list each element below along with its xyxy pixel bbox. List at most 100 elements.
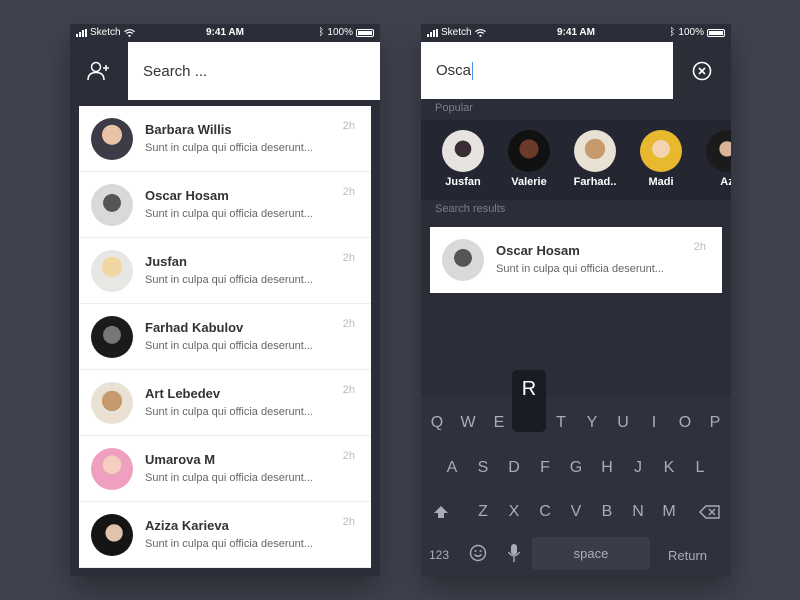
- battery-icon: [356, 28, 374, 37]
- popular-contact[interactable]: Madi: [633, 120, 689, 200]
- return-key[interactable]: Return: [668, 548, 707, 563]
- contact-name: Umarova M: [145, 452, 216, 467]
- key[interactable]: Q: [425, 414, 449, 432]
- list-item[interactable]: Aziza Karieva Sunt in culpa qui officia …: [79, 502, 371, 568]
- avatar: [508, 130, 550, 172]
- search-screen: Sketch 9:41 AM ᛒ 100% Osca Popular Jusfa…: [421, 24, 731, 576]
- search-input[interactable]: Search ...: [128, 42, 380, 100]
- contact-name: Oscar Hosam: [496, 243, 580, 258]
- search-placeholder: Search ...: [143, 62, 208, 80]
- popular-contact-name: Jusfan: [445, 176, 481, 188]
- message-preview: Sunt in culpa qui officia deserunt...: [145, 208, 313, 220]
- emoji-icon: [469, 544, 487, 562]
- message-time: 2h: [342, 252, 355, 264]
- bluetooth-icon: ᛒ: [318, 27, 325, 38]
- backspace-icon: [699, 505, 720, 519]
- key[interactable]: C: [533, 503, 557, 521]
- key[interactable]: I: [642, 414, 666, 432]
- contact-name: Oscar Hosam: [145, 188, 229, 203]
- battery-label: 100%: [327, 27, 353, 38]
- popular-contact[interactable]: Jusfan: [435, 120, 491, 200]
- key[interactable]: X: [502, 503, 526, 521]
- message-preview: Sunt in culpa qui officia deserunt...: [145, 274, 313, 286]
- search-input[interactable]: Osca: [421, 42, 673, 99]
- avatar: [706, 130, 731, 172]
- text-cursor: [472, 61, 474, 80]
- avatar: [574, 130, 616, 172]
- popular-contact-name: Valerie: [511, 176, 547, 188]
- avatar: [91, 448, 133, 490]
- message-time: 2h: [342, 450, 355, 462]
- avatar: [640, 130, 682, 172]
- avatar: [91, 118, 133, 160]
- key[interactable]: B: [595, 503, 619, 521]
- key[interactable]: V: [564, 503, 588, 521]
- shift-icon: [434, 506, 448, 518]
- key[interactable]: S: [471, 459, 495, 477]
- list-item[interactable]: Barbara Willis Sunt in culpa qui officia…: [79, 106, 371, 172]
- key[interactable]: T: [549, 414, 573, 432]
- key[interactable]: M: [657, 503, 681, 521]
- key[interactable]: H: [595, 459, 619, 477]
- key[interactable]: G: [564, 459, 588, 477]
- popular-contact[interactable]: Az: [699, 120, 731, 200]
- key[interactable]: P: [703, 414, 727, 432]
- key[interactable]: A: [440, 459, 464, 477]
- microphone-key[interactable]: [507, 543, 521, 563]
- avatar: [91, 250, 133, 292]
- status-bar: Sketch 9:41 AM ᛒ 100%: [70, 24, 380, 42]
- numbers-key[interactable]: 123: [429, 548, 449, 562]
- message-time: 2h: [342, 384, 355, 396]
- shift-key[interactable]: [429, 502, 453, 522]
- key[interactable]: J: [626, 459, 650, 477]
- bluetooth-icon: ᛒ: [669, 27, 676, 38]
- list-item[interactable]: Umarova M Sunt in culpa qui officia dese…: [79, 436, 371, 502]
- avatar: [91, 382, 133, 424]
- avatar: [91, 514, 133, 556]
- popular-contacts: Jusfan Valerie Farhad.. Madi Az: [421, 120, 731, 200]
- key[interactable]: W: [456, 414, 480, 432]
- message-preview: Sunt in culpa qui officia deserunt...: [145, 142, 313, 154]
- add-user-icon: [87, 61, 109, 81]
- avatar: [91, 316, 133, 358]
- key[interactable]: K: [657, 459, 681, 477]
- clear-search-button[interactable]: [673, 42, 731, 99]
- list-item[interactable]: Jusfan Sunt in culpa qui officia deserun…: [79, 238, 371, 304]
- key[interactable]: D: [502, 459, 526, 477]
- contact-name: Barbara Willis: [145, 122, 232, 137]
- popular-label: Popular: [435, 102, 473, 114]
- key[interactable]: F: [533, 459, 557, 477]
- popular-contact[interactable]: Farhad..: [567, 120, 623, 200]
- message-preview: Sunt in culpa qui officia deserunt...: [145, 472, 313, 484]
- space-key[interactable]: space: [532, 537, 650, 570]
- popular-contact-name: Madi: [648, 176, 674, 188]
- key[interactable]: U: [611, 414, 635, 432]
- message-preview: Sunt in culpa qui officia deserunt...: [145, 406, 313, 418]
- contact-name: Art Lebedev: [145, 386, 221, 401]
- key[interactable]: O: [673, 414, 697, 432]
- battery-icon: [707, 28, 725, 37]
- list-item[interactable]: Farhad Kabulov Sunt in culpa qui officia…: [79, 304, 371, 370]
- popular-contact[interactable]: Valerie: [501, 120, 557, 200]
- list-item[interactable]: Art Lebedev Sunt in culpa qui officia de…: [79, 370, 371, 436]
- search-result-item[interactable]: Oscar Hosam Sunt in culpa qui officia de…: [430, 227, 722, 293]
- contact-name: Aziza Karieva: [145, 518, 229, 533]
- contact-name: Farhad Kabulov: [145, 320, 244, 335]
- key[interactable]: Z: [471, 503, 495, 521]
- key[interactable]: E: [487, 414, 511, 432]
- message-time: 2h: [693, 241, 706, 253]
- key[interactable]: N: [626, 503, 650, 521]
- key[interactable]: L: [688, 459, 712, 477]
- backspace-key[interactable]: [697, 502, 723, 522]
- avatar: [442, 239, 484, 281]
- microphone-icon: [507, 544, 521, 562]
- avatar: [442, 130, 484, 172]
- add-contact-button[interactable]: [70, 42, 128, 100]
- message-time: 2h: [342, 120, 355, 132]
- list-item[interactable]: Oscar Hosam Sunt in culpa qui officia de…: [79, 172, 371, 238]
- battery-label: 100%: [678, 27, 704, 38]
- search-header: Search ...: [70, 42, 380, 100]
- avatar: [91, 184, 133, 226]
- key[interactable]: Y: [580, 414, 604, 432]
- emoji-key[interactable]: [469, 544, 487, 562]
